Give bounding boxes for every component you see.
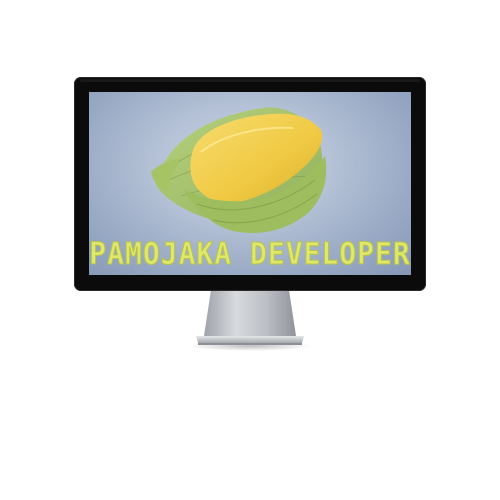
monitor-bezel: PAMOJAKA DEVELOPER bbox=[74, 77, 426, 291]
monitor-screen: PAMOJAKA DEVELOPER bbox=[89, 92, 411, 275]
brand-title: PAMOJAKA DEVELOPER bbox=[89, 235, 411, 272]
monitor-scene: PAMOJAKA DEVELOPER bbox=[0, 0, 500, 500]
